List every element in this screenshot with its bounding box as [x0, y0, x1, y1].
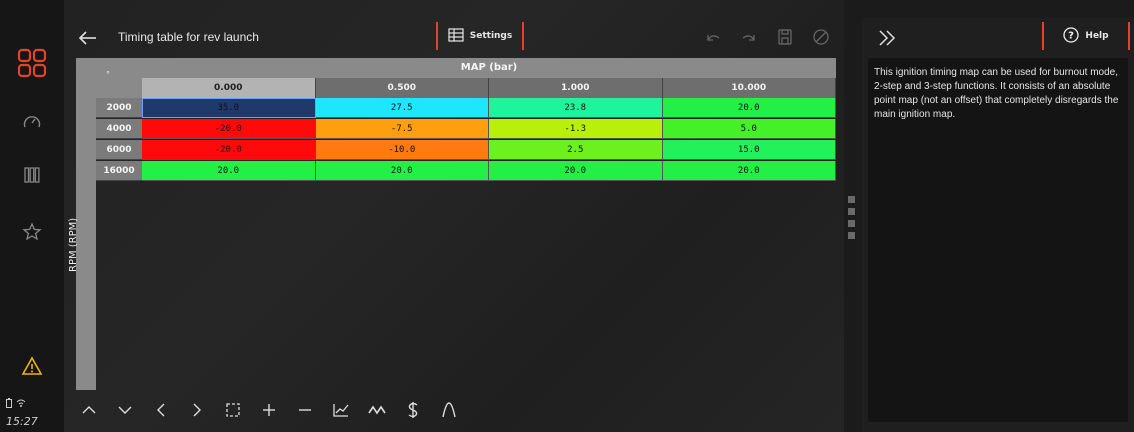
help-button[interactable]: ? Help: [1042, 22, 1130, 50]
warning-icon[interactable]: [0, 356, 64, 376]
left-rail: 15:27: [0, 0, 64, 432]
chevron-up-icon[interactable]: [80, 401, 98, 419]
back-arrow-icon[interactable]: [76, 26, 100, 50]
wifi-icon: [16, 398, 26, 411]
status-bar: 15:27: [6, 398, 38, 428]
disable-icon[interactable]: [812, 28, 830, 46]
interpolate-icon[interactable]: [332, 401, 350, 419]
table-cell[interactable]: 20.0: [315, 161, 489, 181]
row-header[interactable]: 6000: [96, 140, 142, 160]
star-icon[interactable]: [0, 222, 64, 242]
column-header[interactable]: 10.000: [662, 78, 836, 98]
table-cell[interactable]: 20.0: [142, 161, 316, 181]
table-cell[interactable]: 2.5: [489, 140, 663, 160]
select-area-icon[interactable]: [224, 401, 242, 419]
row-header[interactable]: 4000: [96, 119, 142, 139]
table-cell[interactable]: 20.0: [662, 98, 836, 118]
double-chevron-right-icon[interactable]: [876, 28, 898, 48]
chevron-left-icon[interactable]: [152, 401, 170, 419]
editor-toolbar: Timing table for rev launch Settings: [64, 18, 844, 58]
chevron-down-icon[interactable]: [116, 401, 134, 419]
column-header[interactable]: 0.000: [142, 78, 316, 98]
column-header[interactable]: 0.500: [315, 78, 489, 98]
table-cell[interactable]: 15.0: [662, 140, 836, 160]
table-cell[interactable]: 20.0: [489, 161, 663, 181]
bell-curve-icon[interactable]: [440, 401, 458, 419]
dollar-icon[interactable]: [404, 401, 422, 419]
row-header[interactable]: 2000: [96, 98, 142, 118]
table-cell[interactable]: -20.0: [142, 140, 316, 160]
plus-icon[interactable]: [260, 401, 278, 419]
map-editor: Timing table for rev launch Settings ° M…: [64, 0, 844, 432]
table-cell[interactable]: 23.8: [489, 98, 663, 118]
panel-resize-handle[interactable]: [848, 196, 856, 244]
smooth-icon[interactable]: [368, 401, 386, 419]
bars-icon[interactable]: [0, 166, 64, 184]
table-cell[interactable]: 5.0: [662, 119, 836, 139]
table-cell[interactable]: 35.0: [142, 98, 316, 118]
table-cell[interactable]: 27.5: [315, 98, 489, 118]
y-axis-bar: RPM (RPM): [68, 98, 96, 390]
bottom-toolbar: [80, 398, 458, 422]
svg-text:?: ?: [1069, 30, 1075, 41]
question-icon: ?: [1063, 26, 1080, 46]
page-title: Timing table for rev launch: [118, 30, 259, 44]
settings-label: Settings: [469, 31, 513, 41]
minus-icon[interactable]: [296, 401, 314, 419]
y-axis-label: RPM (RPM): [68, 217, 79, 272]
redo-icon[interactable]: [740, 28, 758, 46]
help-label: Help: [1085, 31, 1109, 41]
row-header[interactable]: 16000: [96, 161, 142, 181]
table-cell[interactable]: -10.0: [315, 140, 489, 160]
table-cell[interactable]: -7.5: [315, 119, 489, 139]
table-cell[interactable]: 20.0: [662, 161, 836, 181]
table-cell[interactable]: -20.0: [142, 119, 316, 139]
chevron-right-icon[interactable]: [188, 401, 206, 419]
help-text: This ignition timing map can be used for…: [868, 58, 1128, 422]
undo-icon[interactable]: [704, 28, 722, 46]
x-axis-label: MAP (bar): [142, 58, 836, 78]
gauge-icon[interactable]: [0, 112, 64, 132]
save-icon[interactable]: [776, 28, 794, 46]
battery-icon: [6, 398, 12, 411]
table-cell[interactable]: -1.3: [489, 119, 663, 139]
column-header[interactable]: 1.000: [489, 78, 663, 98]
apps-grid-icon[interactable]: [0, 48, 64, 78]
table-corner: °: [76, 58, 142, 98]
units-label: °: [106, 70, 110, 79]
table-icon: [448, 27, 464, 45]
help-panel: ? Help This ignition timing map can be u…: [862, 18, 1134, 432]
settings-button[interactable]: Settings: [436, 22, 524, 50]
clock: 15:27: [6, 415, 38, 428]
